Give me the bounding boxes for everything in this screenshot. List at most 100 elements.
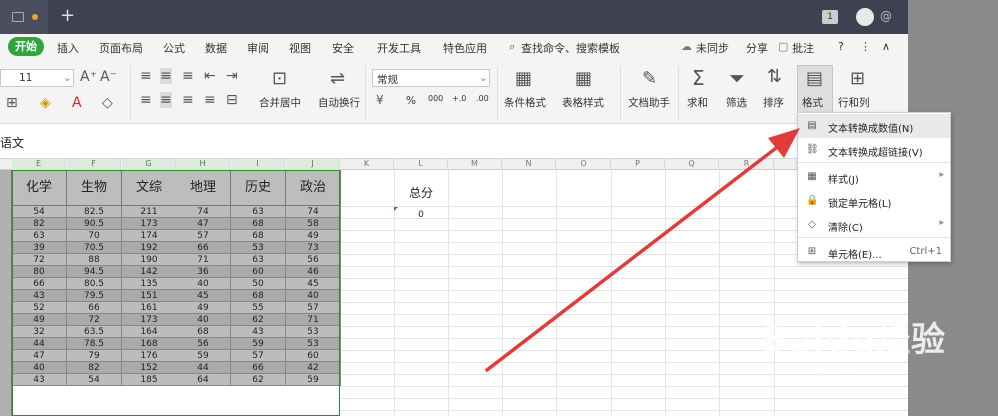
table-cell[interactable]: 57 — [231, 350, 286, 362]
share-button[interactable]: 分享 — [746, 40, 768, 56]
table-header-cell[interactable]: 化学 — [12, 170, 67, 206]
table-cell[interactable]: 70.5 — [67, 242, 122, 254]
convert-to-hyperlink-item[interactable]: ⛓ 文本转换成超链接(V) — [798, 138, 950, 162]
column-header-i[interactable]: I — [231, 159, 285, 170]
format-cells-item[interactable]: ⊞ 单元格(E)... Ctrl+1 — [798, 240, 950, 264]
table-cell[interactable]: 54 — [67, 374, 122, 386]
table-cell[interactable]: 44 — [12, 338, 67, 350]
number-format-select[interactable]: 常规 ⌄ — [372, 69, 490, 87]
wrap-text-icon[interactable]: ⇌ — [330, 68, 345, 89]
tab-special[interactable]: 特色应用 — [443, 40, 487, 56]
table-cell[interactable]: 164 — [122, 326, 177, 338]
tab-developer[interactable]: 开发工具 — [377, 40, 421, 56]
table-header-cell[interactable]: 地理 — [176, 170, 231, 206]
table-cell[interactable]: 70 — [67, 230, 122, 242]
table-cell[interactable]: 90.5 — [67, 218, 122, 230]
table-cell[interactable]: 94.5 — [67, 266, 122, 278]
table-cell[interactable]: 43 — [12, 290, 67, 302]
table-cell[interactable]: 60 — [286, 350, 341, 362]
clear-item[interactable]: ◇ 清除(C) ▸ — [798, 213, 950, 237]
table-cell[interactable]: 53 — [286, 326, 341, 338]
table-cell[interactable]: 63 — [231, 254, 286, 266]
column-header-m[interactable]: M — [448, 159, 502, 170]
table-cell[interactable]: 79.5 — [67, 290, 122, 302]
table-cell[interactable]: 50 — [231, 278, 286, 290]
font-color-icon[interactable]: A — [72, 95, 82, 111]
command-search[interactable]: 查找命令、搜索模板 — [521, 40, 620, 56]
collapse-ribbon-button[interactable]: ∧ — [882, 40, 890, 53]
font-size-select[interactable]: 11 ⌄ — [0, 69, 74, 87]
at-icon[interactable]: @ — [880, 9, 892, 23]
table-cell[interactable]: 46 — [286, 266, 341, 278]
table-cell[interactable]: 40 — [176, 314, 231, 326]
table-cell[interactable]: 56 — [286, 254, 341, 266]
column-header-l[interactable]: L — [394, 159, 448, 170]
table-cell[interactable]: 74 — [176, 206, 231, 218]
table-cell[interactable]: 66 — [231, 362, 286, 374]
table-cell[interactable]: 59 — [286, 374, 341, 386]
tab-view[interactable]: 视图 — [289, 40, 311, 56]
align-bottom-icon[interactable]: ≡ — [182, 68, 194, 84]
table-cell[interactable]: 43 — [12, 374, 67, 386]
row-col-button[interactable]: 行和列 — [838, 95, 870, 110]
doc-helper-button[interactable]: 文档助手 — [628, 95, 670, 110]
table-cell[interactable]: 79 — [67, 350, 122, 362]
align-center-icon[interactable]: ≡ — [160, 92, 172, 108]
table-cell[interactable]: 68 — [231, 290, 286, 302]
thousands-button[interactable]: 000 — [428, 94, 443, 103]
total-value-cell[interactable]: 0 — [394, 210, 448, 220]
table-cell[interactable]: 62 — [231, 314, 286, 326]
column-header-r[interactable]: R — [720, 159, 774, 170]
table-cell[interactable]: 142 — [122, 266, 177, 278]
indent-increase-icon[interactable]: ⇥ — [226, 68, 238, 84]
increase-decimal-button[interactable]: +.0 — [452, 94, 466, 103]
table-style-button[interactable]: 表格样式 — [562, 95, 604, 110]
new-tab-button[interactable]: + — [60, 5, 75, 26]
table-cell[interactable]: 45 — [176, 290, 231, 302]
decrease-decimal-button[interactable]: .00 — [476, 94, 489, 103]
table-cell[interactable]: 49 — [12, 314, 67, 326]
table-cell[interactable]: 185 — [122, 374, 177, 386]
currency-icon[interactable]: ¥ — [376, 93, 384, 107]
table-cell[interactable]: 192 — [122, 242, 177, 254]
table-cell[interactable]: 82 — [67, 362, 122, 374]
doc-helper-icon[interactable]: ✎ — [642, 68, 657, 89]
table-cell[interactable]: 62 — [231, 374, 286, 386]
fill-color-icon[interactable]: ◈ — [40, 95, 51, 111]
document-tab[interactable] — [0, 0, 48, 34]
table-cell[interactable]: 36 — [176, 266, 231, 278]
table-cell[interactable]: 40 — [286, 290, 341, 302]
table-header-cell[interactable]: 生物 — [67, 170, 122, 206]
percent-button[interactable]: % — [406, 95, 416, 107]
sum-icon[interactable]: Σ — [692, 66, 705, 90]
table-cell[interactable]: 151 — [122, 290, 177, 302]
table-cell[interactable]: 66 — [67, 302, 122, 314]
column-header-j[interactable]: J — [286, 159, 340, 170]
border-icon[interactable]: ⊞ — [6, 95, 18, 111]
column-header-n[interactable]: N — [502, 159, 556, 170]
table-cell[interactable]: 74 — [286, 206, 341, 218]
table-cell[interactable]: 173 — [122, 314, 177, 326]
merge-center-button[interactable]: 合并居中 — [259, 95, 301, 110]
lock-cell-item[interactable]: 🔒 锁定单元格(L) — [798, 189, 950, 213]
indent-decrease-icon[interactable]: ⇤ — [204, 68, 216, 84]
table-cell[interactable]: 80.5 — [67, 278, 122, 290]
tab-review[interactable]: 审阅 — [247, 40, 269, 56]
table-cell[interactable]: 57 — [286, 302, 341, 314]
align-right-icon[interactable]: ≡ — [182, 92, 194, 108]
table-cell[interactable]: 40 — [12, 362, 67, 374]
table-cell[interactable]: 82 — [12, 218, 67, 230]
table-cell[interactable]: 44 — [176, 362, 231, 374]
tab-data[interactable]: 数据 — [205, 40, 227, 56]
format-button-highlight[interactable]: ▤ 格式 — [797, 65, 833, 115]
tab-formulas[interactable]: 公式 — [163, 40, 185, 56]
table-cell[interactable]: 63 — [231, 206, 286, 218]
table-cell[interactable]: 72 — [12, 254, 67, 266]
table-cell[interactable]: 68 — [231, 218, 286, 230]
merge-center-icon[interactable]: ⊡ — [272, 68, 287, 89]
table-cell[interactable]: 88 — [67, 254, 122, 266]
table-cell[interactable]: 152 — [122, 362, 177, 374]
table-cell[interactable]: 49 — [176, 302, 231, 314]
tab-insert[interactable]: 插入 — [57, 40, 79, 56]
align-middle-icon[interactable]: ≡ — [160, 68, 172, 84]
